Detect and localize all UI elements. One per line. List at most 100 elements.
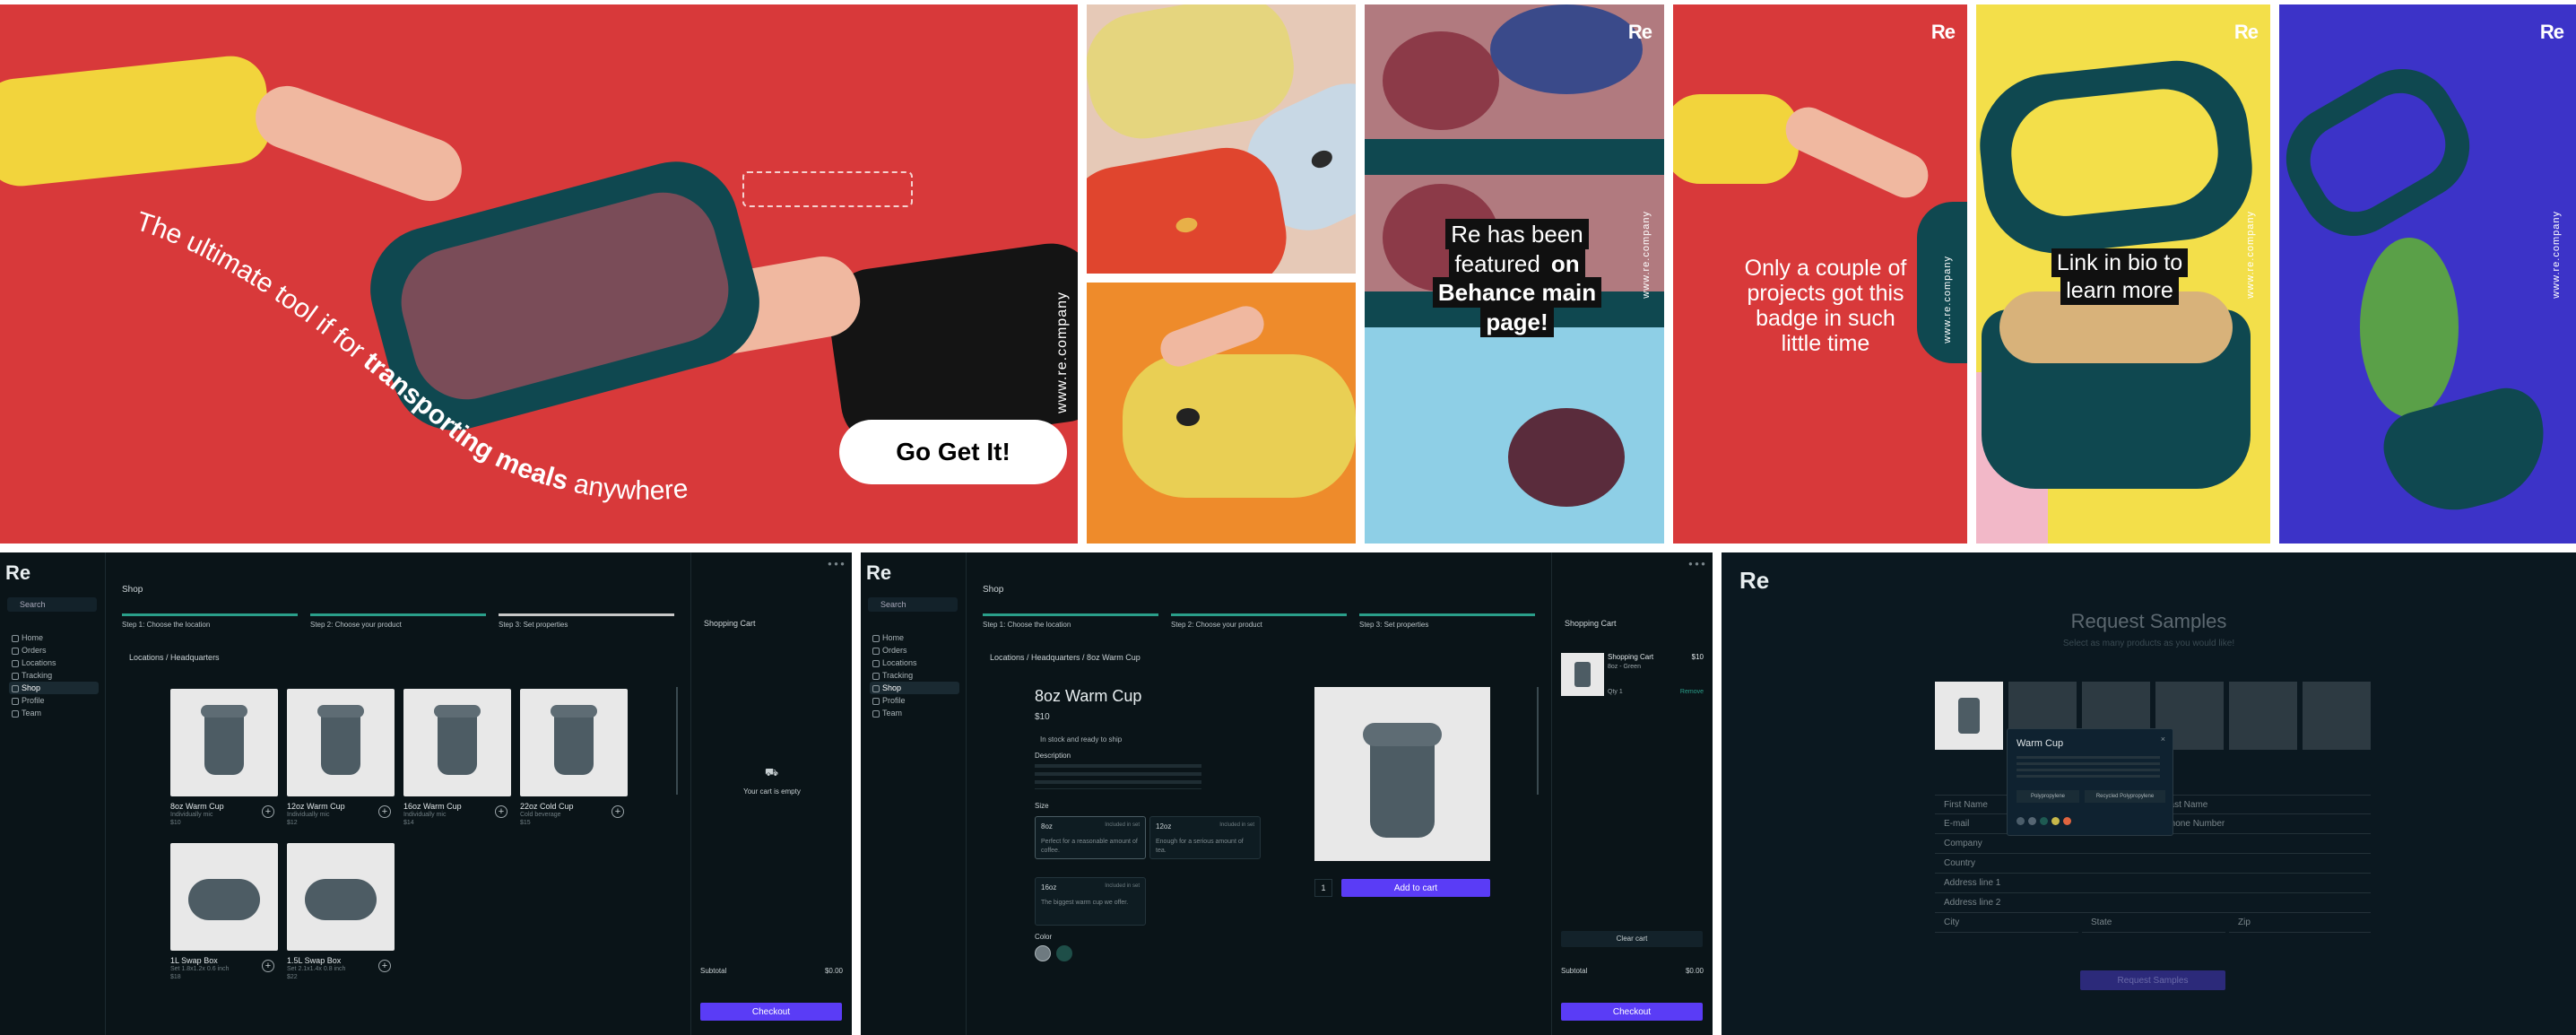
clear-cart-button[interactable]: Clear cart — [1561, 931, 1703, 947]
stock-status: In stock and ready to ship — [1040, 735, 1123, 744]
search-input[interactable]: Search — [868, 597, 958, 612]
nav-team[interactable]: Team — [870, 707, 959, 719]
color-label: Color — [1035, 933, 1053, 941]
close-icon[interactable]: × — [2161, 735, 2165, 744]
remove-link[interactable]: Remove — [1680, 689, 1704, 695]
product-card[interactable]: 16oz Warm Cup Individually mic $14 + — [403, 689, 511, 827]
option-recycled-polypropylene[interactable]: Recycled Polypropylene — [2085, 790, 2165, 803]
page-title: Shop — [983, 585, 1004, 595]
link-bio-tile: Re www.re.company Link in bio to learn m… — [1976, 4, 2270, 544]
product-card[interactable]: 1L Swap Box Set 1.8x1.2x 0.6 inch $18 + — [170, 843, 278, 981]
cart-panel: Shopping Cart Shopping Cart 8oz - Green … — [1551, 552, 1713, 1035]
state-field[interactable]: State — [2082, 913, 2225, 933]
svg-text:The ultimate tool if for trans: The ultimate tool if for transporting me… — [126, 211, 690, 506]
nav-locations[interactable]: Locations — [870, 657, 959, 669]
size-label: Size — [1035, 802, 1049, 810]
zip-field[interactable]: Zip — [2229, 913, 2371, 933]
size-option-16oz[interactable]: 16oz Included in set The biggest warm cup … — [1035, 877, 1146, 926]
cart-item-name: Shopping Cart — [1608, 653, 1654, 661]
request-samples-screen: Re Request Samples Select as many produc… — [1722, 552, 2576, 1035]
nav-shop[interactable]: Shop — [9, 682, 99, 694]
teal-container — [1982, 291, 2251, 489]
option-polypropylene[interactable]: Polypropylene — [2017, 790, 2079, 803]
size-option-12oz[interactable]: 12oz Included in set Enough for a serious … — [1149, 816, 1261, 859]
checkout-button[interactable]: Checkout — [700, 1003, 842, 1021]
step-2[interactable]: Step 2: Choose your product — [1171, 613, 1347, 629]
checkout-button[interactable]: Checkout — [1561, 1003, 1703, 1021]
scrollbar[interactable] — [676, 687, 678, 795]
sample-card[interactable] — [2229, 682, 2297, 750]
search-input[interactable]: Search — [7, 597, 97, 612]
product-card[interactable]: 22oz Cold Cup Cold beverage $15 + — [520, 689, 628, 827]
last-name-field[interactable]: Last Name — [2155, 795, 2371, 814]
sample-card[interactable] — [2303, 682, 2371, 750]
cart-empty-text: Your cart is empty — [743, 787, 801, 796]
app-logo: Re — [866, 561, 892, 584]
cart-panel: Shopping Cart ⛟ Your cart is empty Subto… — [690, 552, 852, 1035]
step-1[interactable]: Step 1: Choose the location — [122, 613, 298, 629]
add-icon[interactable]: + — [378, 805, 391, 818]
popup-title: Warm Cup — [2017, 738, 2064, 749]
page-subtitle: Select as many products as you would lik… — [2062, 639, 2235, 648]
nav-profile[interactable]: Profile — [9, 694, 99, 707]
pastel-containers-tile — [1087, 4, 1356, 274]
quantity-input[interactable]: 1 — [1314, 879, 1332, 897]
address-line-2-field[interactable]: Address line 2 — [1935, 893, 2371, 913]
link-bio-banner: Link in bio to learn more — [2030, 248, 2209, 306]
subtotal-label: Subtotal — [700, 967, 727, 975]
color-swatch-green[interactable] — [1056, 945, 1072, 961]
product-card[interactable]: 8oz Warm Cup Individually mic $10 + — [170, 689, 278, 827]
popup-description-placeholder — [2017, 756, 2160, 779]
company-field[interactable]: Company — [1935, 834, 2371, 854]
add-icon[interactable]: + — [378, 960, 391, 972]
hand-left — [247, 77, 471, 210]
re-logo: Re — [1627, 21, 1652, 43]
nav-locations[interactable]: Locations — [9, 657, 99, 669]
window-controls: ● ● ● — [828, 560, 845, 568]
step-1[interactable]: Step 1: Choose the location — [983, 613, 1158, 629]
step-3[interactable]: Step 3: Set properties — [1359, 613, 1535, 629]
city-field[interactable]: City — [1935, 913, 2078, 933]
nav-profile[interactable]: Profile — [870, 694, 959, 707]
go-get-it-button[interactable]: Go Get It! — [839, 420, 1067, 484]
step-3[interactable]: Step 3: Set properties — [499, 613, 674, 629]
request-samples-button[interactable]: Request Samples — [2080, 970, 2225, 990]
breadcrumb[interactable]: Locations / Headquarters — [129, 653, 220, 662]
scrollbar[interactable] — [1537, 687, 1539, 795]
breadcrumb[interactable]: Locations / Headquarters / 8oz Warm Cup — [990, 653, 1141, 662]
nav-home[interactable]: Home — [9, 631, 99, 644]
step-2[interactable]: Step 2: Choose your product — [310, 613, 486, 629]
add-icon[interactable]: + — [495, 805, 507, 818]
nav-home[interactable]: Home — [870, 631, 959, 644]
warm-cup-popup: Warm Cup × Polypropylene Recycled Polypr… — [2007, 728, 2173, 836]
nav-orders[interactable]: Orders — [9, 644, 99, 657]
phone-field[interactable]: Phone Number — [2155, 814, 2371, 834]
product-card[interactable]: 1.5L Swap Box Set 2.1x1.4x 0.8 inch $22 + — [287, 843, 395, 981]
sample-card-selected[interactable] — [1935, 682, 2003, 750]
country-field[interactable]: Country — [1935, 854, 2371, 874]
nav-tracking[interactable]: Tracking — [9, 669, 99, 682]
app-logo: Re — [1739, 567, 1770, 594]
cart-item-image — [1561, 653, 1604, 696]
color-swatch-grey[interactable] — [1035, 945, 1051, 961]
nav-orders[interactable]: Orders — [870, 644, 959, 657]
bowl-rim — [1365, 139, 1664, 175]
nav-team[interactable]: Team — [9, 707, 99, 719]
size-option-8oz[interactable]: 8oz Included in set Perfect for a reasonab… — [1035, 816, 1146, 859]
nav-shop[interactable]: Shop — [870, 682, 959, 694]
nav-tracking[interactable]: Tracking — [870, 669, 959, 682]
badge-caption: Only a couple of projects got this badge… — [1744, 256, 1907, 356]
color-swatches[interactable] — [2017, 813, 2075, 830]
add-icon[interactable]: + — [262, 960, 274, 972]
add-icon[interactable]: + — [611, 805, 624, 818]
address-line-1-field[interactable]: Address line 1 — [1935, 874, 2371, 893]
window-controls: ● ● ● — [1688, 560, 1705, 568]
yellow-sleeve — [0, 52, 274, 190]
teal-lid — [1976, 53, 2259, 261]
product-card[interactable]: 12oz Warm Cup Individually mic $12 + — [287, 689, 395, 827]
page-title: Request Samples — [2070, 610, 2227, 632]
add-icon[interactable]: + — [262, 805, 274, 818]
page-title: Shop — [122, 585, 143, 595]
featured-tile: Re www.re.company Re has been featured on… — [1365, 4, 1664, 544]
add-to-cart-button[interactable]: Add to cart — [1341, 879, 1490, 897]
